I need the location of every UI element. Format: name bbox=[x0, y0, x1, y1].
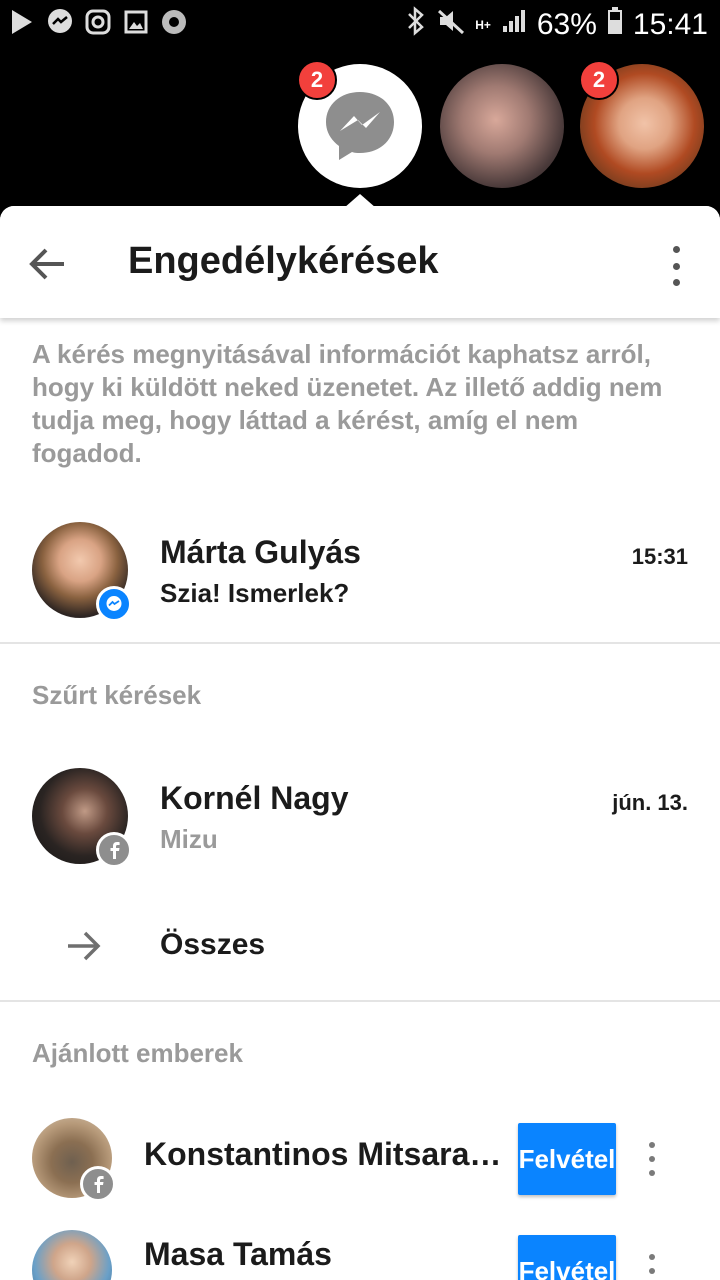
more-icon-dot bbox=[672, 279, 680, 286]
request-row[interactable]: Márta Gulyás Szia! Ismerlek? 15:31 bbox=[0, 522, 720, 622]
person-options-button[interactable] bbox=[646, 1254, 658, 1280]
more-icon-dot bbox=[649, 1142, 655, 1148]
divider bbox=[0, 1000, 720, 1002]
add-friend-button[interactable]: Felvétel bbox=[518, 1123, 616, 1195]
see-all-label: Összes bbox=[160, 928, 266, 961]
person-name: Masa Tamás bbox=[144, 1236, 332, 1272]
messenger-icon bbox=[326, 92, 394, 160]
page-title: Engedélykérések bbox=[128, 240, 439, 282]
more-icon-dot bbox=[649, 1156, 655, 1162]
message-time: jún. 13. bbox=[612, 790, 688, 815]
bluetooth-icon bbox=[405, 6, 427, 44]
status-bar: H+ 63% 15:41 bbox=[0, 0, 720, 48]
divider bbox=[0, 642, 720, 644]
message-requests-panel: Engedélykérések A kérés megnyitásával in… bbox=[0, 206, 720, 1280]
facebook-icon bbox=[96, 832, 132, 868]
avatar bbox=[32, 1230, 112, 1280]
more-icon-dot bbox=[649, 1268, 655, 1274]
music-icon bbox=[160, 8, 188, 36]
filtered-request-row[interactable]: Kornél Nagy Mizu jún. 13. bbox=[0, 768, 720, 868]
battery-percent: 63% bbox=[536, 8, 597, 41]
chat-head-contact-1[interactable] bbox=[440, 64, 564, 188]
message-preview: Mizu bbox=[160, 824, 218, 854]
back-button[interactable] bbox=[26, 242, 70, 286]
back-arrow-icon bbox=[29, 248, 64, 280]
section-title-suggested: Ajánlott emberek bbox=[32, 1038, 243, 1068]
more-icon-dot bbox=[649, 1170, 655, 1176]
top-toolbar: Engedélykérések bbox=[0, 206, 720, 318]
contact-name: Márta Gulyás bbox=[160, 534, 361, 570]
more-options-button[interactable] bbox=[664, 242, 688, 290]
more-icon-dot bbox=[672, 262, 680, 270]
battery-icon bbox=[607, 7, 623, 43]
arrow-right-icon bbox=[64, 926, 104, 966]
add-friend-button[interactable]: Felvétel bbox=[518, 1235, 616, 1280]
more-icon-dot bbox=[649, 1254, 655, 1260]
gallery-icon bbox=[122, 8, 150, 36]
message-preview: Szia! Ismerlek? bbox=[160, 578, 350, 608]
info-text: A kérés megnyitásával információt kaphat… bbox=[32, 339, 663, 468]
person-options-button[interactable] bbox=[646, 1142, 658, 1176]
chat-heads-bar: 2 2 bbox=[0, 48, 720, 208]
system-status: H+ 63% 15:41 bbox=[405, 6, 708, 44]
section-title-filtered: Szűrt kérések bbox=[32, 680, 202, 710]
clock: 15:41 bbox=[632, 8, 708, 41]
network-type: H+ bbox=[475, 18, 491, 32]
see-all-row[interactable]: Összes bbox=[0, 918, 720, 974]
unread-badge: 2 bbox=[297, 60, 337, 100]
play-icon bbox=[8, 8, 36, 36]
suggested-person-row: Masa Tamás Felvétel bbox=[0, 1230, 720, 1280]
messenger-notification-icon bbox=[46, 8, 74, 36]
notification-icons bbox=[8, 8, 188, 36]
facebook-icon bbox=[80, 1166, 116, 1202]
person-name: Konstantinos Mitsara… bbox=[144, 1136, 502, 1172]
message-time: 15:31 bbox=[631, 544, 688, 569]
unread-badge: 2 bbox=[579, 60, 619, 100]
instagram-icon bbox=[84, 8, 112, 36]
messenger-badge-icon bbox=[96, 586, 132, 622]
mute-icon bbox=[437, 7, 465, 43]
more-icon bbox=[672, 246, 680, 253]
signal-icon bbox=[501, 8, 527, 42]
suggested-person-row: Konstantinos Mitsara… Felvétel bbox=[0, 1118, 720, 1202]
contact-name: Kornél Nagy bbox=[160, 780, 349, 816]
